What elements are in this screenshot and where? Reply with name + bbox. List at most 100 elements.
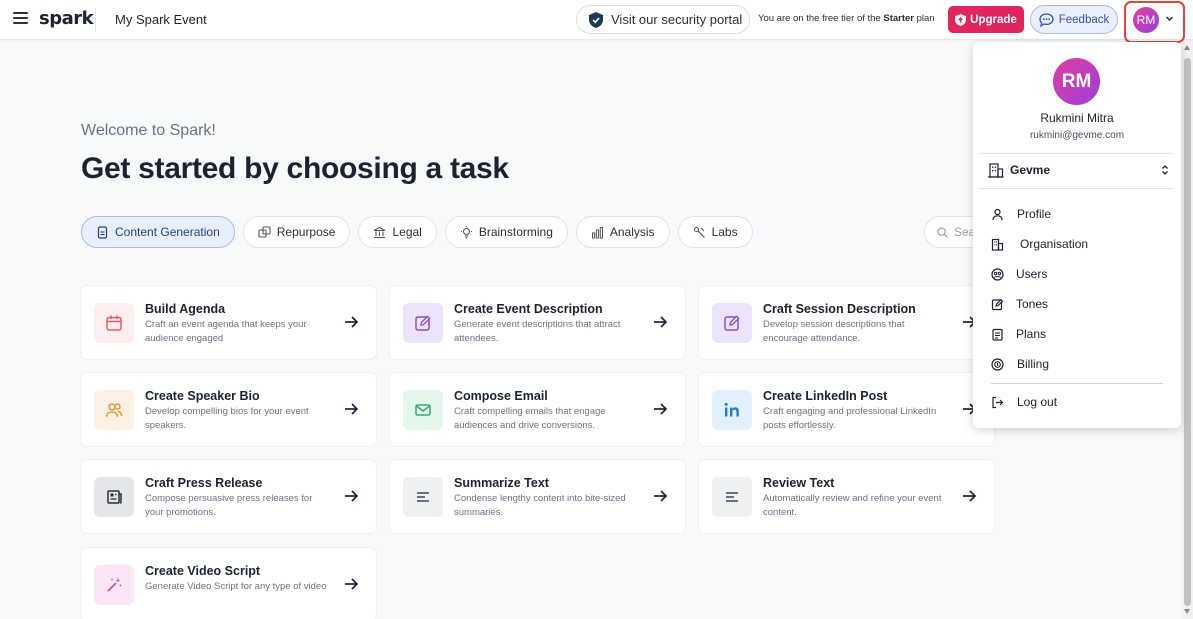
search-icon (937, 226, 948, 238)
tab-label: Repurpose (276, 225, 336, 239)
hamburger-menu-icon[interactable] (13, 12, 28, 26)
spark-logo[interactable]: spark (39, 8, 94, 29)
align-left-icon (403, 477, 443, 517)
tab-brainstorming[interactable]: Brainstorming (444, 216, 568, 248)
card-description: Generate event descriptions that attract… (454, 319, 621, 344)
card-title: Create Event Description (454, 302, 603, 316)
menu-item-label: Users (1016, 267, 1048, 281)
card-description: Develop compelling bios for your event s… (145, 406, 309, 431)
menu-item-billing[interactable]: Billing (991, 357, 1049, 371)
tab-repurpose[interactable]: Repurpose (242, 216, 351, 248)
task-card-create-video-script[interactable]: Create Video Script Generate Video Scrip… (81, 548, 376, 619)
newspaper-icon (94, 477, 134, 517)
bank-icon (374, 226, 386, 238)
task-card-build-agenda[interactable]: Build Agenda Craft an event agenda that … (81, 286, 376, 359)
task-card-create-linkedin-post[interactable]: Create LinkedIn Post Craft engaging and … (699, 373, 994, 446)
tab-analysis[interactable]: Analysis (575, 216, 670, 248)
tab-content-generation[interactable]: Content Generation (81, 216, 235, 248)
tab-label: Labs (711, 225, 738, 239)
logo-text: spark (39, 8, 94, 29)
card-title: Build Agenda (145, 302, 226, 316)
linkedin-icon (712, 390, 752, 430)
page-scrollbar[interactable] (1182, 40, 1193, 619)
organisation-name: Gevme (1010, 163, 1051, 177)
task-card-craft-session-description[interactable]: Craft Session Description Develop sessio… (699, 286, 994, 359)
arrow-right-icon (963, 490, 977, 502)
arrow-right-icon (345, 316, 359, 328)
card-title: Create Speaker Bio (145, 389, 260, 403)
card-description: Compose persuasive press releases for yo… (145, 493, 313, 518)
chat-bubble-icon (1039, 12, 1054, 27)
menu-item-organisation[interactable]: Organisation (991, 237, 1088, 251)
align-left-icon (712, 477, 752, 517)
menu-divider (979, 153, 1173, 154)
tab-label: Brainstorming (478, 225, 553, 239)
avatar: RM (1053, 58, 1100, 105)
task-card-review-text[interactable]: Review Text Automatically review and ref… (699, 460, 994, 533)
mail-icon (403, 390, 443, 430)
arrow-right-icon (654, 403, 668, 415)
menu-item-profile[interactable]: Profile (991, 207, 1051, 221)
header-divider (95, 8, 96, 32)
tab-legal[interactable]: Legal (358, 216, 437, 248)
task-card-create-speaker-bio[interactable]: Create Speaker Bio Develop compelling bi… (81, 373, 376, 446)
menu-item-label: Tones (1016, 297, 1049, 311)
menu-item-logout[interactable]: Log out (991, 395, 1057, 409)
event-name[interactable]: My Spark Event (115, 12, 207, 27)
shield-up-icon (955, 13, 967, 26)
card-description: Condense lengthy content into bite-sized… (454, 493, 626, 518)
scroll-down-arrow-icon[interactable] (1184, 609, 1190, 614)
chevron-updown-icon (1162, 165, 1168, 175)
task-card-compose-email[interactable]: Compose Email Craft compelling emails th… (390, 373, 685, 446)
arrow-right-icon (654, 316, 668, 328)
menu-item-users[interactable]: Users (991, 267, 1047, 281)
card-title: Compose Email (454, 389, 548, 403)
task-card-summarize-text[interactable]: Summarize Text Condense lengthy content … (390, 460, 685, 533)
card-title: Craft Session Description (763, 302, 916, 316)
menu-divider (991, 383, 1163, 384)
tier-prefix: You are on the free tier of the (758, 13, 881, 24)
menu-item-label: Profile (1017, 207, 1052, 221)
scroll-up-arrow-icon[interactable] (1184, 45, 1190, 50)
logout-icon (992, 396, 1004, 408)
magic-wand-icon (94, 565, 134, 605)
arrow-right-icon (345, 403, 359, 415)
arrow-right-icon (654, 490, 668, 502)
menu-item-tones[interactable]: Tones (991, 297, 1048, 311)
card-title: Review Text (763, 476, 835, 490)
card-description: Craft compelling emails that engage audi… (454, 406, 606, 431)
security-portal-button[interactable]: Visit our security portal (576, 5, 750, 34)
feedback-button[interactable]: Feedback (1030, 5, 1118, 34)
welcome-text: Welcome to Spark! (81, 122, 216, 139)
scrollbar-thumb[interactable] (1184, 58, 1191, 606)
chart-icon (591, 226, 603, 238)
tier-plan: Starter (883, 13, 914, 24)
menu-item-plans[interactable]: Plans (991, 327, 1046, 341)
user-dropdown-menu: RM Rukmini Mitra rukmini@gevme.com Gevme… (973, 42, 1181, 428)
task-card-create-event-description[interactable]: Create Event Description Generate event … (390, 286, 685, 359)
arrow-right-icon (345, 578, 359, 590)
edit-icon (712, 303, 752, 343)
chevron-down-icon[interactable] (1165, 14, 1174, 23)
card-description: Automatically review and refine your eve… (763, 493, 942, 518)
tier-info: You are on the free tier of the Starter … (758, 13, 935, 24)
user-avatar-button[interactable]: RM (1133, 7, 1159, 33)
card-description: Craft engaging and professional LinkedIn… (763, 406, 937, 431)
tier-suffix: plan (916, 13, 935, 24)
labs-icon (693, 226, 705, 238)
organisation-selector[interactable]: Gevme (987, 162, 1169, 178)
menu-item-label: Billing (1017, 357, 1050, 371)
tab-labs[interactable]: Labs (677, 216, 753, 248)
plans-icon (992, 328, 1003, 341)
upgrade-button[interactable]: Upgrade (948, 6, 1024, 33)
lightbulb-icon (460, 225, 472, 238)
security-portal-label: Visit our security portal (611, 12, 743, 27)
people-icon (94, 390, 134, 430)
upgrade-label: Upgrade (970, 13, 1017, 26)
card-title: Craft Press Release (145, 476, 263, 490)
menu-item-label: Organisation (1020, 237, 1089, 251)
task-card-craft-press-release[interactable]: Craft Press Release Compose persuasive p… (81, 460, 376, 533)
menu-item-label: Plans (1016, 327, 1047, 341)
card-description: Develop session descriptions that encour… (763, 319, 905, 344)
shield-icon (589, 11, 603, 28)
